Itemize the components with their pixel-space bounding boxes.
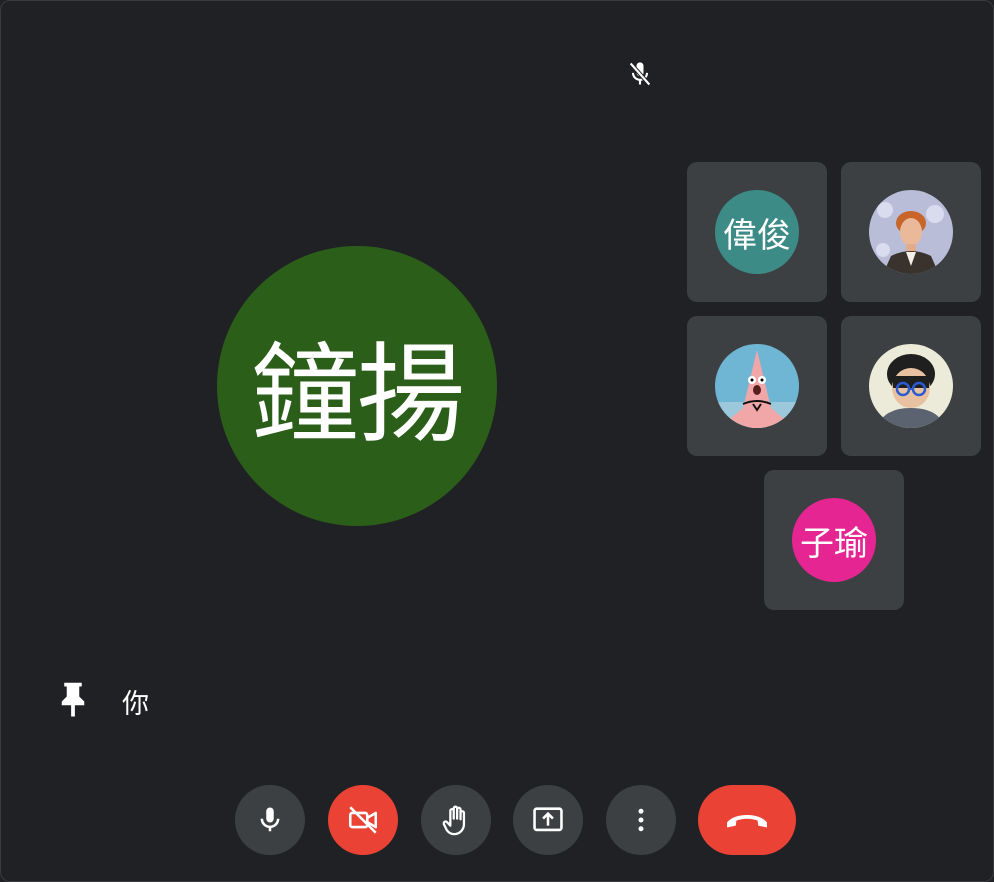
camera-off-icon: [348, 806, 378, 834]
participant-photo: [869, 190, 953, 274]
self-name-label: 你: [122, 689, 149, 720]
participant-initials: 子瑜: [800, 523, 868, 564]
participant-avatar: 偉俊: [715, 190, 799, 274]
pin-icon[interactable]: [58, 680, 88, 718]
participant-photo: [715, 344, 799, 428]
mic-off-icon: [629, 62, 651, 86]
hangup-icon: [727, 815, 767, 828]
present-screen-icon: [533, 807, 563, 832]
more-vert-icon: [638, 808, 644, 832]
raise-hand-button[interactable]: [421, 785, 491, 855]
participant-tile[interactable]: [687, 316, 827, 456]
present-screen-button[interactable]: [513, 785, 583, 855]
microphone-button[interactable]: [235, 785, 305, 855]
main-speaker-avatar: 鐘揚: [217, 246, 497, 526]
main-speaker-initials: 鐘揚: [250, 333, 465, 458]
participant-avatar: 子瑜: [792, 498, 876, 582]
camera-toggle-button[interactable]: [328, 785, 398, 855]
participant-tile[interactable]: 子瑜: [764, 470, 904, 610]
man-photo-icon: [869, 190, 953, 274]
boy-photo-icon: [869, 344, 953, 428]
participant-photo: [869, 344, 953, 428]
hand-icon: [442, 805, 466, 836]
leave-call-button[interactable]: [698, 785, 796, 855]
participant-tile[interactable]: [841, 162, 981, 302]
participant-tile[interactable]: [841, 316, 981, 456]
starfish-cartoon-icon: [715, 344, 799, 428]
participant-tile[interactable]: 偉俊: [687, 162, 827, 302]
participant-initials: 偉俊: [723, 215, 791, 256]
more-options-button[interactable]: [606, 785, 676, 855]
microphone-icon: [260, 807, 280, 832]
